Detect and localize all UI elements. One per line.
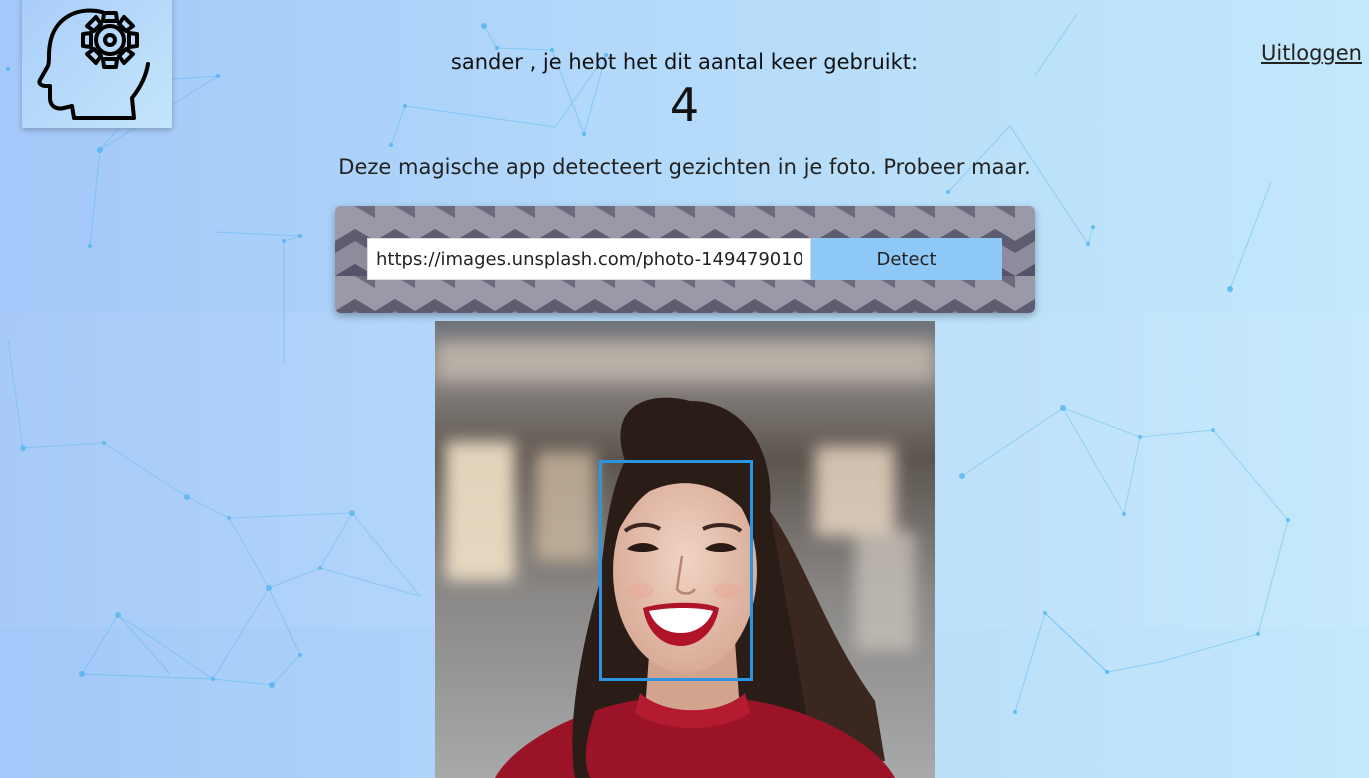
usage-count: 4 (669, 78, 700, 132)
face-bounding-box (599, 460, 753, 681)
usage-greeting: sander , je hebt het dit aantal keer geb… (450, 50, 919, 74)
app-description: Deze magische app detecteert gezichten i… (338, 155, 1031, 179)
image-link-form: Detect (335, 206, 1035, 313)
image-url-input[interactable] (367, 238, 811, 280)
detect-button[interactable]: Detect (811, 238, 1002, 280)
result-photo (435, 321, 935, 778)
